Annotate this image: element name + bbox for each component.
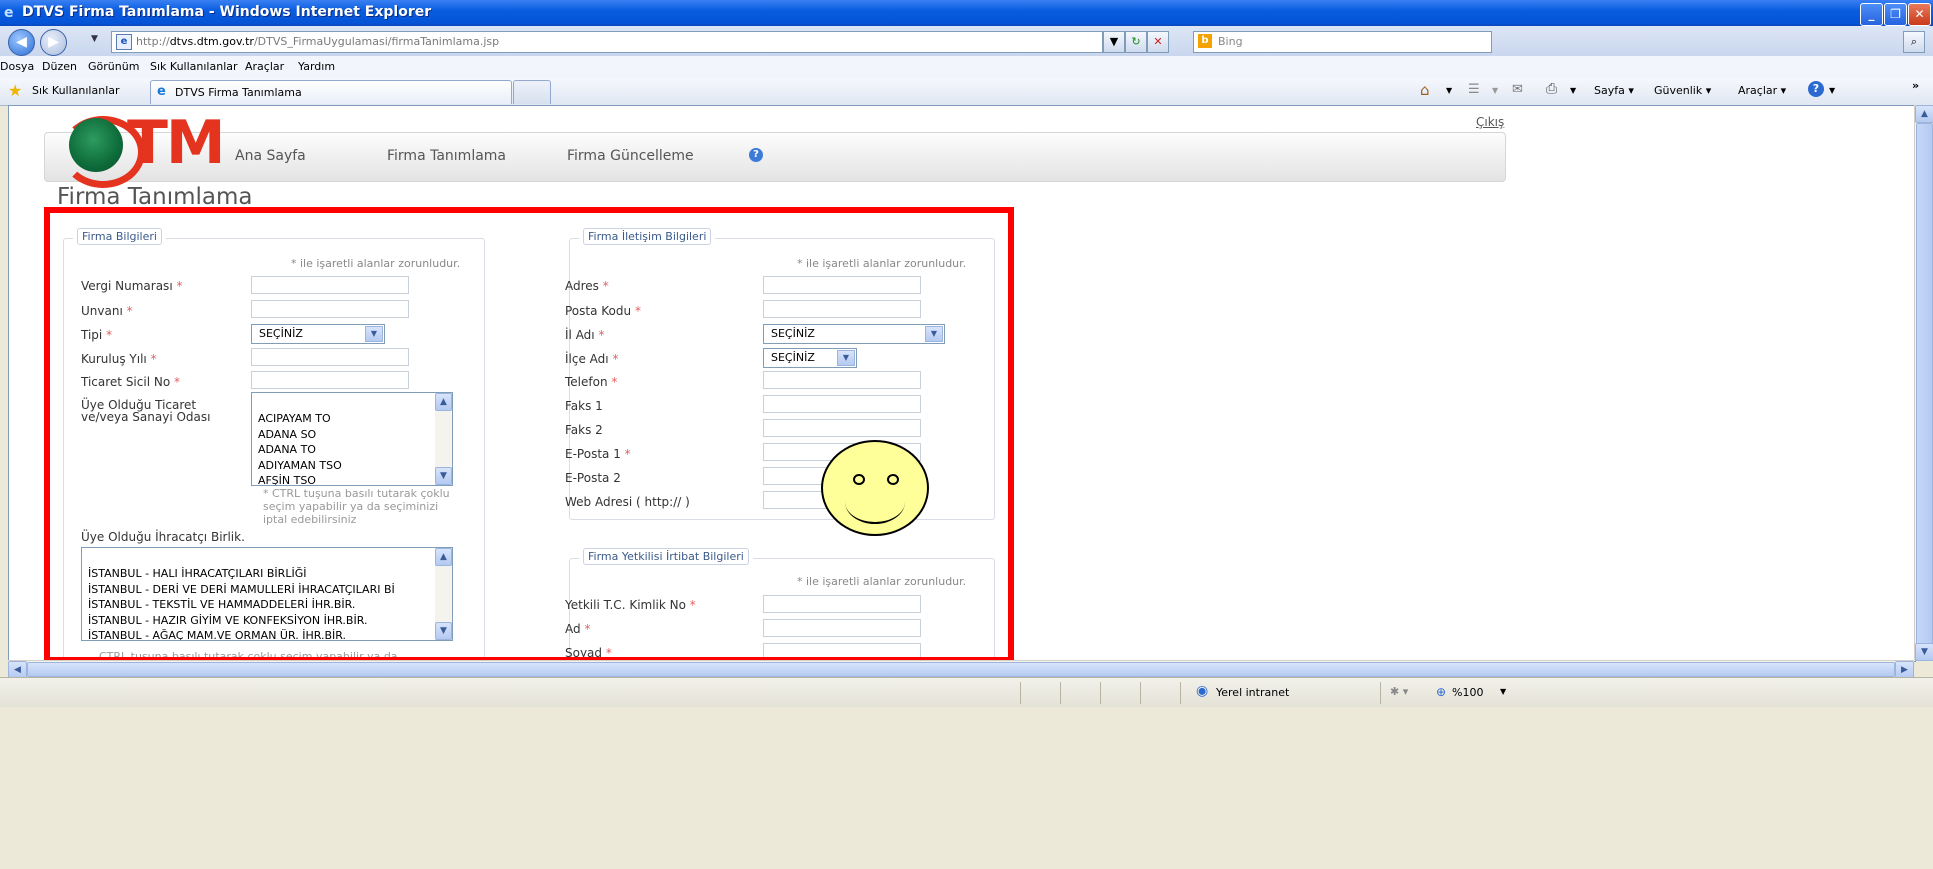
forward-button[interactable]: ▶	[40, 29, 67, 56]
scroll-up-icon[interactable]: ▲	[1915, 105, 1933, 123]
help-icon[interactable]: ?	[1808, 81, 1824, 97]
smiley-face-icon	[821, 440, 929, 536]
back-button[interactable]: ◀	[8, 29, 35, 56]
close-button[interactable]: ✕	[1908, 3, 1931, 26]
feeds-dropdown-icon[interactable]: ▼	[1492, 86, 1498, 95]
smiley-mouth	[845, 480, 905, 524]
nav-help-icon[interactable]: ?	[749, 148, 763, 162]
tab-title: DTVS Firma Tanımlama	[175, 86, 302, 99]
scroll-thumb[interactable]	[1916, 123, 1933, 645]
new-tab-button[interactable]	[513, 80, 551, 104]
vertical-scrollbar[interactable]: ▲ ▼	[1914, 105, 1933, 661]
url-dropdown-icon[interactable]: ▼	[1103, 31, 1125, 53]
zoom-icon[interactable]: ⊕	[1436, 685, 1446, 699]
feeds-icon[interactable]: ☰	[1468, 82, 1480, 97]
tab-ie-icon: e	[157, 84, 166, 99]
scroll-down-icon[interactable]: ▼	[1915, 643, 1933, 661]
status-bar: ◉ Yerel intranet ✱ ▾ ⊕ %100 ▼	[0, 677, 1933, 708]
scroll-thumb[interactable]	[27, 662, 1895, 677]
stop-icon[interactable]: ✕	[1147, 31, 1169, 53]
menu-dosya[interactable]: Dosya	[0, 60, 34, 73]
protected-mode-icon[interactable]: ✱ ▾	[1390, 685, 1408, 698]
bing-icon: b	[1198, 34, 1212, 48]
window-title-bar[interactable]: e DTVS Firma Tanımlama - Windows Interne…	[0, 0, 1933, 26]
menu-duzen[interactable]: Düzen	[42, 60, 77, 73]
status-divider	[1060, 682, 1061, 704]
highlight-frame	[44, 207, 1014, 663]
address-toolbar: ◀ ▶ ▼ e http://dtvs.dtm.gov.tr/DTVS_Firm…	[0, 26, 1933, 57]
minimize-button[interactable]: _	[1860, 3, 1883, 26]
favorites-star-icon[interactable]: ★	[8, 81, 22, 100]
print-dropdown-icon[interactable]: ▼	[1570, 86, 1576, 95]
mail-icon[interactable]: ✉	[1512, 82, 1523, 97]
url-field[interactable]: e http://dtvs.dtm.gov.tr/DTVS_FirmaUygul…	[111, 31, 1103, 53]
browser-tab[interactable]: e DTVS Firma Tanımlama	[150, 80, 512, 104]
url-text: http://dtvs.dtm.gov.tr/DTVS_FirmaUygulam…	[136, 35, 500, 48]
status-divider	[1020, 682, 1021, 704]
status-divider	[1140, 682, 1141, 704]
site-logo: TM	[127, 108, 226, 178]
window-title: DTVS Firma Tanımlama - Windows Internet …	[22, 4, 432, 20]
favorites-label[interactable]: Sık Kullanılanlar	[32, 84, 120, 97]
search-input[interactable]: b Bing	[1193, 31, 1492, 53]
refresh-icon[interactable]: ↻	[1125, 31, 1147, 53]
page-menu[interactable]: Sayfa ▾	[1594, 84, 1634, 97]
logout-link[interactable]: Çıkış	[1476, 115, 1504, 129]
status-divider	[1180, 682, 1181, 704]
menu-bar: Dosya Düzen Görünüm Sık Kullanılanlar Ar…	[0, 56, 1933, 79]
security-menu[interactable]: Güvenlik ▾	[1654, 84, 1711, 97]
logo-globe-icon	[69, 118, 123, 172]
status-divider	[1100, 682, 1101, 704]
menu-favorites[interactable]: Sık Kullanılanlar	[150, 60, 238, 73]
desktop-background	[0, 707, 1933, 869]
maximize-button[interactable]: ❐	[1884, 3, 1907, 26]
history-dropdown-icon[interactable]: ▼	[91, 34, 98, 44]
page-icon: e	[116, 34, 132, 50]
horizontal-scrollbar[interactable]: ◀ ▶	[8, 660, 1914, 679]
search-placeholder: Bing	[1218, 35, 1243, 48]
menu-gorunum[interactable]: Görünüm	[88, 60, 139, 73]
menu-yardim[interactable]: Yardım	[298, 60, 335, 73]
home-icon[interactable]: ⌂	[1420, 81, 1430, 99]
print-icon[interactable]: ⎙	[1546, 81, 1557, 97]
nav-firma-guncelleme[interactable]: Firma Güncelleme	[567, 148, 694, 164]
nav-firma-tanimlama[interactable]: Firma Tanımlama	[387, 148, 506, 164]
search-icon[interactable]: ⌕	[1903, 31, 1925, 53]
zoom-level[interactable]: %100	[1452, 686, 1483, 699]
zone-label[interactable]: Yerel intranet	[1216, 686, 1289, 699]
nav-ana-sayfa[interactable]: Ana Sayfa	[235, 148, 306, 164]
menu-araclar[interactable]: Araçlar	[245, 60, 284, 73]
favorites-bar: ★ Sık Kullanılanlar e DTVS Firma Tanımla…	[0, 78, 1933, 106]
zoom-dropdown-icon[interactable]: ▼	[1500, 687, 1506, 696]
tools-menu[interactable]: Araçlar ▾	[1738, 84, 1786, 97]
toolbar-overflow-icon[interactable]: »	[1912, 79, 1919, 92]
intranet-icon: ◉	[1196, 683, 1209, 699]
ie-icon: e	[4, 5, 14, 21]
help-dropdown-icon[interactable]: ▼	[1829, 86, 1835, 95]
status-divider	[1380, 682, 1381, 704]
home-dropdown-icon[interactable]: ▼	[1446, 86, 1452, 95]
